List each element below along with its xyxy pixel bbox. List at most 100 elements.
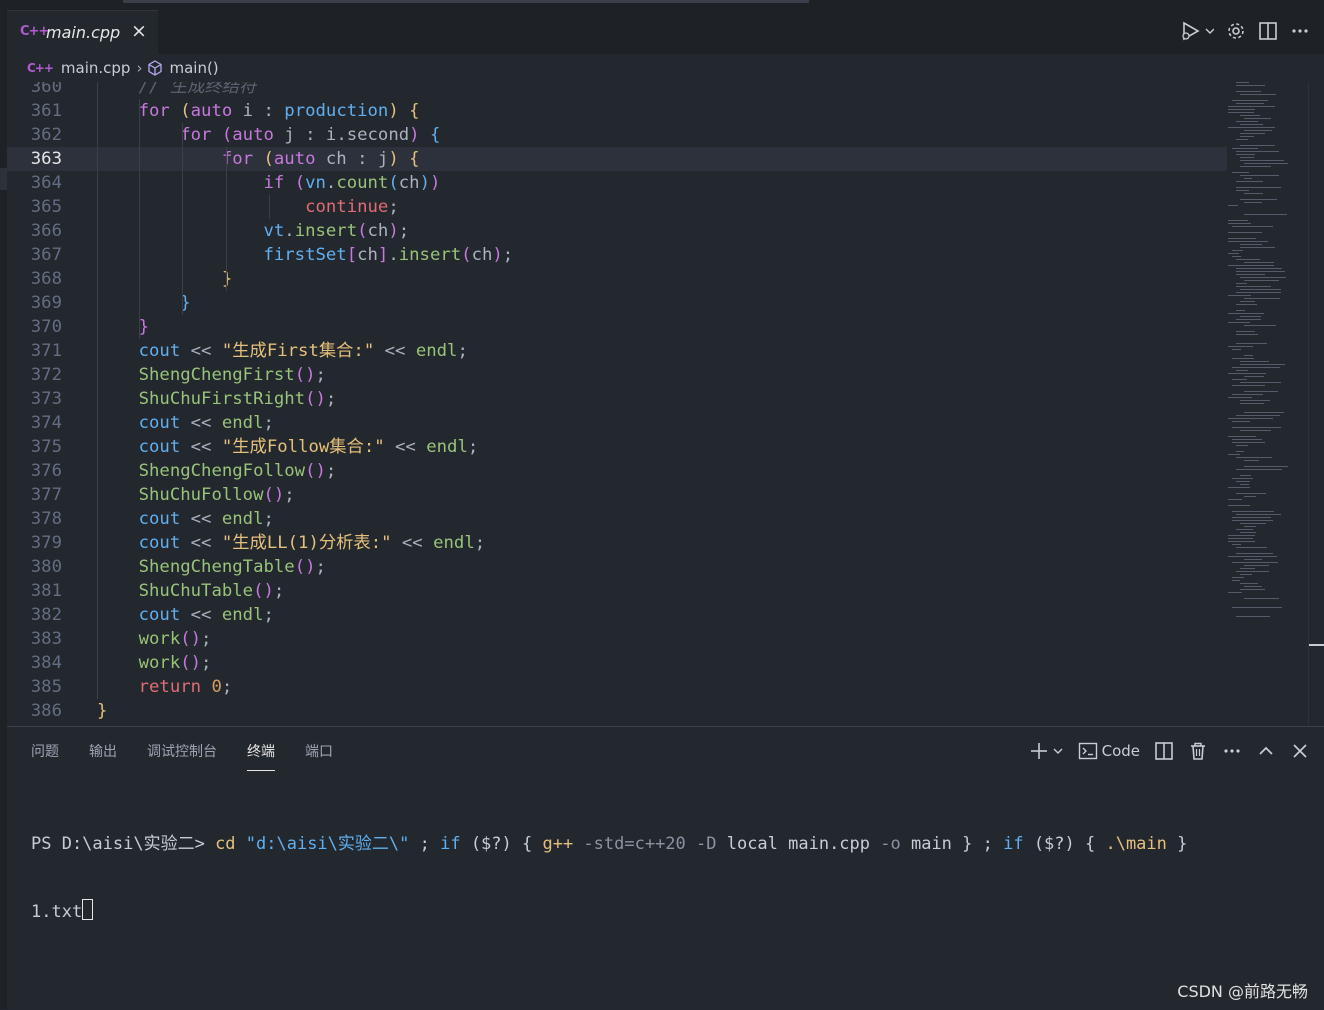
line-number: 368 bbox=[30, 269, 62, 289]
code-line[interactable]: 381 ShuChuTable(); bbox=[7, 579, 1227, 603]
minimap-line bbox=[1236, 616, 1270, 617]
code-editor[interactable]: 360 // 生成终结符 361 for (auto i : production… bbox=[7, 82, 1307, 725]
code-text: cout << endl; bbox=[97, 507, 274, 531]
code-text: vt.insert(ch); bbox=[97, 219, 409, 243]
terminal-token: main } ; bbox=[910, 834, 1004, 854]
code-line[interactable]: 379 cout << "生成LL(1)分析表:" << endl; bbox=[7, 531, 1227, 555]
minimap-line bbox=[1236, 553, 1274, 554]
code-token: cout bbox=[97, 341, 191, 361]
code-line[interactable]: 362 for (auto j : i.second) { bbox=[7, 123, 1227, 147]
tabs-scrollbar[interactable] bbox=[123, 0, 809, 3]
minimap-line bbox=[1244, 163, 1289, 164]
code-line[interactable]: 377 ShuChuFollow(); bbox=[7, 483, 1227, 507]
minimap-line bbox=[1232, 172, 1250, 173]
code-line[interactable]: 376 ShengChengFollow(); bbox=[7, 459, 1227, 483]
code-line[interactable]: 365 continue; bbox=[7, 195, 1227, 219]
minimap-line bbox=[1240, 583, 1259, 584]
code-line[interactable]: 360 // 生成终结符 bbox=[7, 82, 1227, 99]
minimap-line bbox=[1228, 499, 1243, 500]
code-line[interactable]: 371 cout << "生成First集合:" << endl; bbox=[7, 339, 1227, 363]
new-terminal-icon[interactable] bbox=[1030, 741, 1064, 761]
code-line[interactable]: 369 } bbox=[7, 291, 1227, 315]
minimap-line bbox=[1240, 400, 1271, 401]
breadcrumb-symbol[interactable]: main() bbox=[169, 59, 218, 77]
split-editor-icon[interactable] bbox=[1258, 21, 1278, 41]
code-line[interactable]: 385 return 0; bbox=[7, 675, 1227, 699]
scrollbar-thumb[interactable] bbox=[1309, 644, 1324, 646]
code-line[interactable]: 372 ShengChengFirst(); bbox=[7, 363, 1227, 387]
panel-tab[interactable]: 终端 bbox=[247, 727, 275, 771]
code-line[interactable]: 384 work(); bbox=[7, 651, 1227, 675]
minimap-line bbox=[1244, 466, 1288, 467]
code-token: insert bbox=[398, 245, 462, 265]
minimap-line bbox=[1240, 166, 1272, 167]
terminal-output[interactable]: PS D:\aisi\实验二> cd "d:\aisi\实验二\" ; if (… bbox=[31, 789, 1187, 967]
close-panel-icon[interactable] bbox=[1290, 741, 1310, 761]
split-terminal-icon[interactable] bbox=[1154, 741, 1174, 761]
code-line[interactable]: 368 } bbox=[7, 267, 1227, 291]
editor-scrollbar[interactable] bbox=[1308, 82, 1324, 725]
gear-icon[interactable] bbox=[1226, 21, 1246, 41]
code-text: cout << endl; bbox=[97, 411, 274, 435]
tab-main-cpp[interactable]: C++ main.cpp × bbox=[7, 10, 158, 55]
line-number: 371 bbox=[30, 341, 62, 361]
code-token: "生成First集合:" bbox=[221, 341, 375, 361]
minimap-line bbox=[1244, 178, 1253, 179]
code-line[interactable]: 386} bbox=[7, 699, 1227, 723]
code-line[interactable]: 367 firstSet[ch].insert(ch); bbox=[7, 243, 1227, 267]
line-number: 385 bbox=[30, 677, 62, 697]
code-token: . bbox=[284, 221, 295, 241]
terminal-token: if bbox=[440, 834, 471, 854]
code-token: ; bbox=[388, 197, 399, 217]
maximize-panel-icon[interactable] bbox=[1256, 741, 1276, 761]
minimap[interactable] bbox=[1228, 82, 1308, 642]
minimap-line bbox=[1236, 268, 1283, 269]
minimap-line bbox=[1236, 310, 1246, 311]
cube-symbol-icon bbox=[147, 60, 163, 76]
terminal-line: 1.txt bbox=[31, 899, 1187, 923]
code-token: ; bbox=[398, 221, 410, 241]
code-line[interactable]: 378 cout << endl; bbox=[7, 507, 1227, 531]
code-line[interactable]: 373 ShuChuFirstRight(); bbox=[7, 387, 1227, 411]
minimap-line bbox=[1228, 346, 1253, 347]
minimap-line bbox=[1244, 526, 1257, 527]
code-token: ; bbox=[263, 509, 274, 529]
code-line[interactable]: 363 for (auto ch : j) { bbox=[7, 147, 1227, 171]
panel-tab[interactable]: 端口 bbox=[305, 727, 333, 771]
code-token: . bbox=[325, 173, 337, 193]
panel-tab[interactable]: 输出 bbox=[89, 727, 117, 771]
panel-tab[interactable]: 问题 bbox=[31, 727, 59, 771]
minimap-line bbox=[1228, 238, 1257, 239]
minimap-line bbox=[1244, 376, 1264, 377]
minimap-line bbox=[1244, 280, 1279, 281]
code-line[interactable]: 366 vt.insert(ch); bbox=[7, 219, 1227, 243]
panel-tab[interactable]: 调试控制台 bbox=[147, 727, 217, 771]
run-debug-icon[interactable] bbox=[1180, 20, 1214, 42]
terminal-profile[interactable]: Code bbox=[1078, 741, 1140, 761]
code-token: "生成Follow集合:" bbox=[221, 437, 385, 457]
more-actions-icon[interactable] bbox=[1222, 741, 1242, 761]
more-actions-icon[interactable] bbox=[1290, 21, 1310, 41]
minimap-line bbox=[1228, 556, 1277, 557]
code-token: << bbox=[190, 413, 222, 433]
code-line[interactable]: 383 work(); bbox=[7, 627, 1227, 651]
trash-icon[interactable] bbox=[1188, 741, 1208, 761]
code-line[interactable]: 364 if (vn.count(ch)) bbox=[7, 171, 1227, 195]
code-line[interactable]: 361 for (auto i : production) { bbox=[7, 99, 1227, 123]
breadcrumb-file[interactable]: main.cpp bbox=[61, 59, 131, 77]
minimap-line bbox=[1228, 223, 1251, 224]
minimap-line bbox=[1232, 226, 1274, 227]
code-token: ShengChengTable bbox=[97, 557, 295, 577]
minimap-line bbox=[1232, 544, 1242, 545]
code-token: ( bbox=[221, 125, 233, 145]
minimap-line bbox=[1236, 457, 1273, 458]
line-number: 383 bbox=[30, 629, 62, 649]
code-line[interactable]: 380 ShengChengTable(); bbox=[7, 555, 1227, 579]
code-line[interactable]: 382 cout << endl; bbox=[7, 603, 1227, 627]
code-token: work bbox=[97, 629, 181, 649]
code-line[interactable]: 375 cout << "生成Follow集合:" << endl; bbox=[7, 435, 1227, 459]
code-line[interactable]: 374 cout << endl; bbox=[7, 411, 1227, 435]
code-line[interactable]: 370 } bbox=[7, 315, 1227, 339]
close-tab-icon[interactable]: × bbox=[131, 20, 147, 42]
minimap-line bbox=[1236, 529, 1254, 530]
